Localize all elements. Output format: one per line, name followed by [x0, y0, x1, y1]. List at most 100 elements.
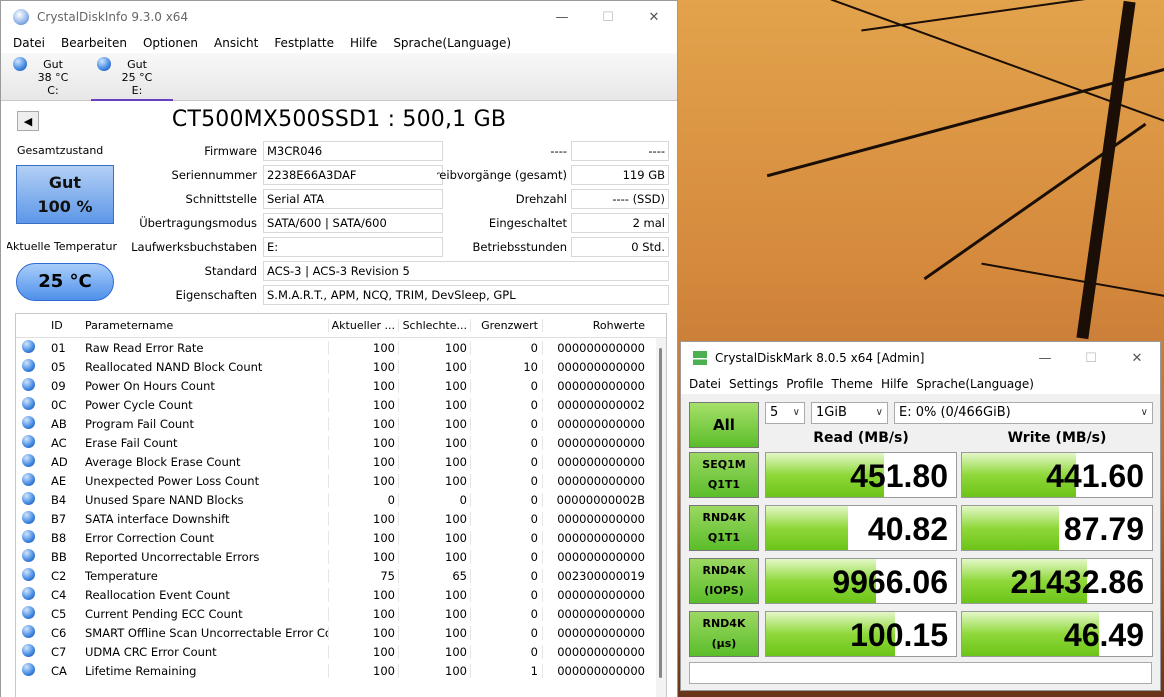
write-result-value: 21432.86	[1010, 564, 1144, 600]
status-cell	[16, 567, 48, 584]
table-row[interactable]: BB Reported Uncorrectable Errors 100 100 0 00…	[16, 547, 666, 566]
menu-hilfe[interactable]: Hilfe	[350, 36, 377, 50]
menu-settings[interactable]: Settings	[729, 377, 778, 391]
table-row[interactable]: 05 Reallocated NAND Block Count 100 100 10 00…	[16, 357, 666, 376]
column-header-raw[interactable]: Rohwerte	[543, 319, 647, 332]
table-row[interactable]: C5 Current Pending ECC Count 100 100 0 000000…	[16, 604, 666, 623]
menu-optionen[interactable]: Optionen	[143, 36, 198, 50]
table-row[interactable]: AC Erase Fail Count 100 100 0 000000000000	[16, 433, 666, 452]
table-row[interactable]: AD Average Block Erase Count 100 100 0 000000…	[16, 452, 666, 471]
table-row[interactable]: CA Lifetime Remaining 100 100 1 000000000000	[16, 661, 666, 680]
status-good-icon	[22, 643, 35, 657]
run-all-button[interactable]: All	[689, 402, 759, 448]
minimize-button[interactable]: —	[539, 1, 585, 33]
test-count-select[interactable]: 5 ∨	[765, 402, 805, 424]
column-header-worst[interactable]: Schlechte...	[399, 319, 471, 332]
attr-current: 0	[329, 492, 399, 507]
table-row[interactable]: 0C Power Cycle Count 100 100 0 000000000002	[16, 395, 666, 414]
table-row[interactable]: B4 Unused Spare NAND Blocks 0 0 0 00000000002…	[16, 490, 666, 509]
standard-label: Standard	[204, 264, 257, 278]
comment-input[interactable]	[689, 662, 1152, 684]
table-row[interactable]: AB Program Fail Count 100 100 0 000000000000	[16, 414, 666, 433]
maximize-button[interactable]: ☐	[1068, 342, 1114, 374]
test-button-3[interactable]: RND4K (µs)	[689, 611, 759, 657]
menu-festplatte[interactable]: Festplatte	[274, 36, 334, 50]
serial-label: Seriennummer	[171, 168, 257, 182]
attr-threshold: 0	[471, 587, 543, 602]
menu-ansicht[interactable]: Ansicht	[214, 36, 258, 50]
maximize-button[interactable]: ☐	[585, 1, 631, 33]
test-button-0[interactable]: SEQ1M Q1T1	[689, 452, 759, 498]
table-row[interactable]: C7 UDMA CRC Error Count 100 100 0 00000000000…	[16, 642, 666, 661]
interface-label: Schnittstelle	[185, 192, 257, 206]
table-row[interactable]: 09 Power On Hours Count 100 100 0 00000000000…	[16, 376, 666, 395]
test-params: Q1T1	[707, 531, 741, 544]
minimize-button[interactable]: —	[1022, 342, 1068, 374]
close-button[interactable]: ✕	[1114, 342, 1160, 374]
table-row[interactable]: AE Unexpected Power Loss Count 100 100 0 0000…	[16, 471, 666, 490]
attr-worst: 65	[399, 568, 471, 583]
status-cell	[16, 491, 48, 508]
column-header-current[interactable]: Aktueller ...	[329, 319, 399, 332]
read-result-bar	[766, 506, 848, 550]
attr-id: AD	[51, 454, 68, 469]
cdi-titlebar[interactable]: CrystalDiskInfo 9.3.0 x64 — ☐ ✕	[1, 1, 677, 33]
write-result-3: 46.49	[961, 611, 1153, 657]
drive-letter: C:	[47, 84, 59, 97]
total-writes-label: Schreibvorgänge (gesamt)	[437, 168, 567, 182]
test-name: RND4K	[702, 564, 746, 577]
table-row[interactable]: C4 Reallocation Event Count 100 100 0 0000000…	[16, 585, 666, 604]
table-row[interactable]: 01 Raw Read Error Rate 100 100 0 000000000000	[16, 338, 666, 357]
attr-raw: 000000000000	[557, 663, 645, 678]
table-row[interactable]: C2 Temperature 75 65 0 002300000019	[16, 566, 666, 585]
status-good-icon	[22, 586, 35, 600]
close-button[interactable]: ✕	[631, 1, 677, 33]
attr-current: 100	[329, 530, 399, 545]
attr-current: 100	[329, 473, 399, 488]
test-count-value: 5	[770, 405, 779, 420]
menu-profile[interactable]: Profile	[786, 377, 823, 391]
drive-select[interactable]: E: 0% (0/466GiB) ∨	[894, 402, 1153, 424]
rotation-rate-field: ---- (SSD)	[571, 189, 669, 209]
menu-datei[interactable]: Datei	[689, 377, 721, 391]
cdm-titlebar[interactable]: CrystalDiskMark 8.0.5 x64 [Admin] — ☐ ✕	[681, 342, 1160, 374]
serial-field: 2238E66A3DAF	[263, 165, 443, 185]
power-on-count-field: 2 mal	[571, 213, 669, 233]
smart-scrollbar[interactable]	[656, 338, 666, 697]
attr-name: Current Pending ECC Count	[81, 606, 329, 621]
menu-sprache[interactable]: Sprache(Language)	[393, 36, 511, 50]
cdm-window-title: CrystalDiskMark 8.0.5 x64 [Admin]	[715, 351, 925, 365]
column-header-threshold[interactable]: Grenzwert	[471, 319, 543, 332]
write-result-bar	[962, 506, 1059, 550]
attr-worst: 100	[399, 473, 471, 488]
column-header-name[interactable]: Parametername	[81, 319, 329, 332]
menu-datei[interactable]: Datei	[13, 36, 45, 50]
menu-sprache[interactable]: Sprache(Language)	[916, 377, 1034, 391]
write-result-value: 441.60	[1046, 458, 1144, 494]
attr-current: 100	[329, 587, 399, 602]
tree-branch	[981, 262, 1164, 300]
attr-id: C5	[51, 606, 67, 621]
status-good-icon	[22, 510, 35, 524]
scrollbar-thumb[interactable]	[659, 348, 662, 678]
test-size-value: 1GiB	[816, 405, 847, 420]
table-row[interactable]: B7 SATA interface Downshift 100 100 0 0000000…	[16, 509, 666, 528]
attr-worst: 100	[399, 625, 471, 640]
table-row[interactable]: C6 SMART Offline Scan Uncorrectable Error…	[16, 623, 666, 642]
test-size-select[interactable]: 1GiB ∨	[811, 402, 888, 424]
menu-theme[interactable]: Theme	[832, 377, 873, 391]
drive-tab-c[interactable]: Gut 38 °C C:	[7, 55, 89, 101]
test-name: RND4K	[702, 617, 746, 630]
attr-id: B7	[51, 511, 67, 526]
smart-table-header: ID Parametername Aktueller ... Schlechte…	[16, 314, 666, 338]
temperature-value[interactable]: 25 °C	[16, 263, 114, 301]
menu-bearbeiten[interactable]: Bearbeiten	[61, 36, 127, 50]
features-label: Eigenschaften	[175, 288, 258, 302]
menu-hilfe[interactable]: Hilfe	[881, 377, 908, 391]
test-button-2[interactable]: RND4K (IOPS)	[689, 558, 759, 604]
drive-tab-e[interactable]: Gut 25 °C E:	[91, 55, 173, 101]
column-header-id[interactable]: ID	[48, 319, 81, 332]
health-status-button[interactable]: Gut 100 %	[16, 165, 114, 224]
table-row[interactable]: B8 Error Correction Count 100 100 0 000000000…	[16, 528, 666, 547]
test-button-1[interactable]: RND4K Q1T1	[689, 505, 759, 551]
